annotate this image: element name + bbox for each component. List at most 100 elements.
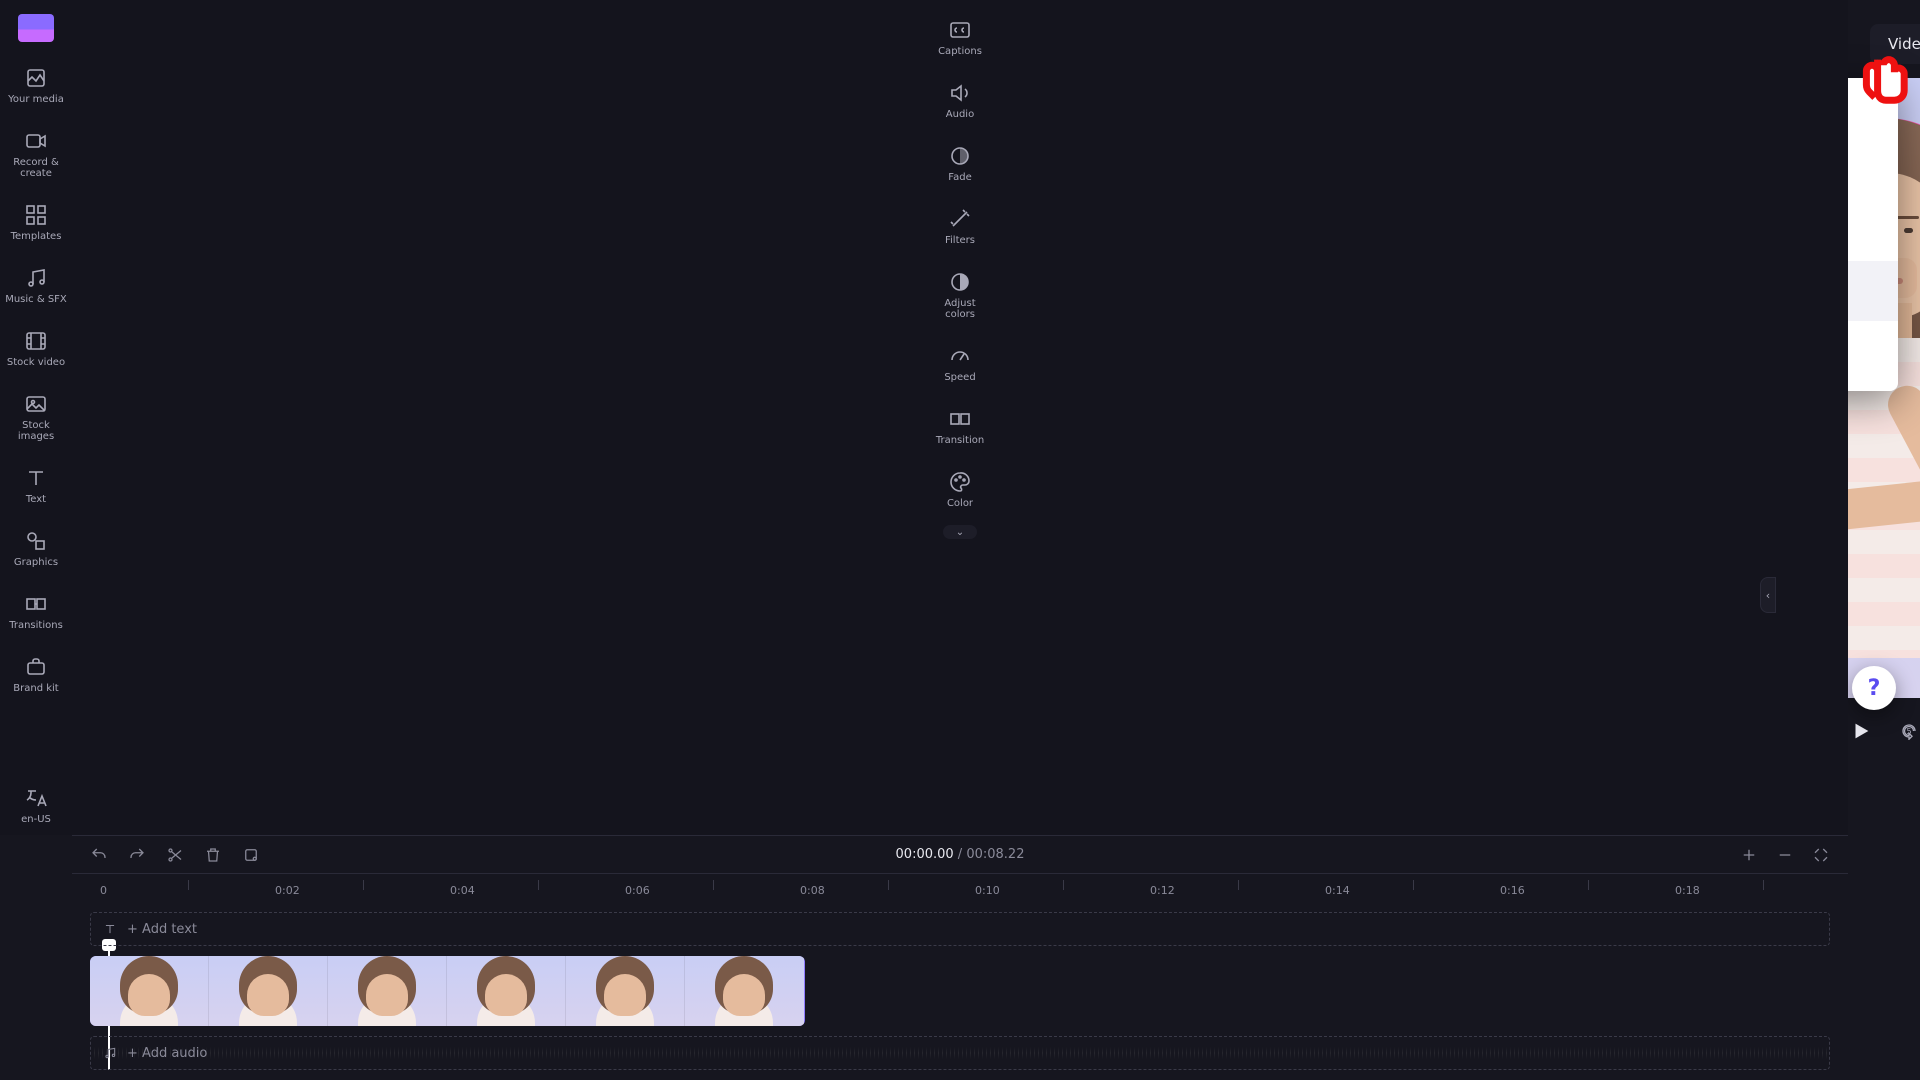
sidebar-item-your-media[interactable]: Your media: [0, 56, 72, 115]
left-sidebar: Your media Record & create Templates Mus…: [0, 0, 72, 835]
sidebar-item-captions[interactable]: Captions: [924, 8, 996, 67]
text-icon: [24, 466, 48, 490]
timecode: 00:00.00 / 00:08.22: [896, 847, 1025, 862]
sidebar-item-label: Brand kit: [13, 683, 58, 694]
zoom-in-button[interactable]: [1740, 846, 1758, 864]
ruler-minor-tick: [888, 880, 889, 890]
scroll-right-sidebar-button[interactable]: ⌄: [943, 525, 977, 539]
text-track-placeholder[interactable]: + Add text: [90, 912, 1830, 946]
time-current: 00:00.00: [896, 847, 954, 862]
sidebar-item-label: Stock video: [7, 357, 65, 368]
transition-icon: [948, 407, 972, 431]
sidebar-item-label: Color: [947, 498, 973, 509]
sidebar-item-label: Transitions: [9, 620, 63, 631]
sidebar-item-label: Text: [26, 494, 46, 505]
forward-amount: 5: [1900, 722, 1918, 740]
video-track[interactable]: [90, 956, 1830, 1026]
transition-icon: [24, 592, 48, 616]
sidebar-item-text[interactable]: Text: [0, 456, 72, 515]
help-label: ?: [1868, 676, 1881, 701]
ruler-minor-tick: [713, 880, 714, 890]
sidebar-item-speed[interactable]: Speed: [924, 334, 996, 393]
media-icon: [24, 66, 48, 90]
sidebar-item-transitions[interactable]: Transitions: [0, 582, 72, 641]
ruler-tick: 0:18: [1675, 884, 1700, 897]
shapes-icon: [24, 529, 48, 553]
clip-thumbnail: [685, 956, 804, 1026]
sidebar-item-label: Record & create: [5, 157, 67, 179]
locale-label: en-US: [21, 814, 51, 825]
forward-5-button[interactable]: 5: [1900, 722, 1918, 740]
timeline-toolbar: 00:00.00 / 00:08.22: [72, 836, 1848, 874]
expand-right-panel-button[interactable]: ‹: [1760, 577, 1776, 613]
clip-thumbnail: [447, 956, 566, 1026]
crop-button[interactable]: [242, 846, 260, 864]
waveform-decoration: [91, 1037, 1829, 1069]
zoom-fit-button[interactable]: [1812, 846, 1830, 864]
sidebar-item-fade[interactable]: Fade: [924, 134, 996, 193]
ruler-tick: 0:04: [450, 884, 475, 897]
sidebar-item-filters[interactable]: Filters: [924, 197, 996, 256]
sidebar-item-stock-video[interactable]: Stock video: [0, 319, 72, 378]
fade-icon: [948, 144, 972, 168]
sidebar-item-label: Your media: [8, 94, 64, 105]
sidebar-item-label: Music & SFX: [5, 294, 67, 305]
project-title-label: Video: [1888, 35, 1920, 53]
split-button[interactable]: [166, 846, 184, 864]
ruler-minor-tick: [1063, 880, 1064, 890]
right-sidebar: Captions Audio Fade Filters Adjust color…: [72, 0, 1848, 835]
redo-button[interactable]: [128, 846, 146, 864]
app-logo: [18, 14, 54, 42]
sidebar-item-label: Filters: [945, 235, 975, 246]
locale-switcher[interactable]: en-US: [0, 776, 72, 835]
ruler-tick: 0:10: [975, 884, 1000, 897]
video-clip[interactable]: [90, 956, 805, 1026]
sidebar-item-label: Stock images: [5, 420, 67, 442]
briefcase-icon: [24, 655, 48, 679]
help-button[interactable]: ?: [1852, 666, 1896, 710]
ruler-minor-tick: [1588, 880, 1589, 890]
delete-button[interactable]: [204, 846, 222, 864]
time-total: 00:08.22: [966, 847, 1024, 862]
tracks: + Add text + Add audio: [72, 904, 1848, 1070]
sidebar-item-brand-kit[interactable]: Brand kit: [0, 645, 72, 704]
ruler-tick: 0:06: [625, 884, 650, 897]
sidebar-item-graphics[interactable]: Graphics: [0, 519, 72, 578]
film-icon: [24, 329, 48, 353]
clip-thumbnail: [209, 956, 328, 1026]
audio-track-placeholder[interactable]: + Add audio: [90, 1036, 1830, 1070]
sidebar-item-stock-images[interactable]: Stock images: [0, 382, 72, 452]
record-icon: [24, 129, 48, 153]
stage: Video Switch to a new plan Export: [1848, 0, 1920, 772]
sidebar-item-record[interactable]: Record & create: [0, 119, 72, 189]
project-title[interactable]: Video: [1870, 24, 1920, 64]
locale-icon: [24, 786, 48, 810]
cc-icon: [948, 18, 972, 42]
sidebar-item-audio[interactable]: Audio: [924, 71, 996, 130]
ruler-minor-tick: [1763, 880, 1764, 890]
sidebar-item-label: Captions: [938, 46, 982, 57]
templates-icon: [24, 203, 48, 227]
ruler-minor-tick: [1413, 880, 1414, 890]
add-text-hint: + Add text: [127, 922, 197, 937]
sidebar-item-templates[interactable]: Templates: [0, 193, 72, 252]
top-bar: Video Switch to a new plan Export: [1870, 22, 1898, 66]
ruler-tick: 0:16: [1500, 884, 1525, 897]
play-button[interactable]: [1850, 720, 1872, 742]
sidebar-item-label: Fade: [948, 172, 971, 183]
timeline: 00:00.00 / 00:08.22 00:020:040:060:080:1…: [72, 835, 1848, 1080]
undo-button[interactable]: [90, 846, 108, 864]
text-icon: [103, 922, 117, 936]
zoom-out-button[interactable]: [1776, 846, 1794, 864]
sidebar-item-music[interactable]: Music & SFX: [0, 256, 72, 315]
sidebar-item-adjust-colors[interactable]: Adjust colors: [924, 260, 996, 330]
sidebar-item-label: Templates: [11, 231, 62, 242]
time-ruler[interactable]: 00:020:040:060:080:100:120:140:160:18: [72, 874, 1848, 904]
image-icon: [24, 392, 48, 416]
clip-thumbnail: [328, 956, 447, 1026]
sidebar-item-label: Speed: [944, 372, 975, 383]
sidebar-item-transition[interactable]: Transition: [924, 397, 996, 456]
music-icon: [24, 266, 48, 290]
ruler-minor-tick: [1238, 880, 1239, 890]
sidebar-item-color[interactable]: Color: [924, 460, 996, 519]
